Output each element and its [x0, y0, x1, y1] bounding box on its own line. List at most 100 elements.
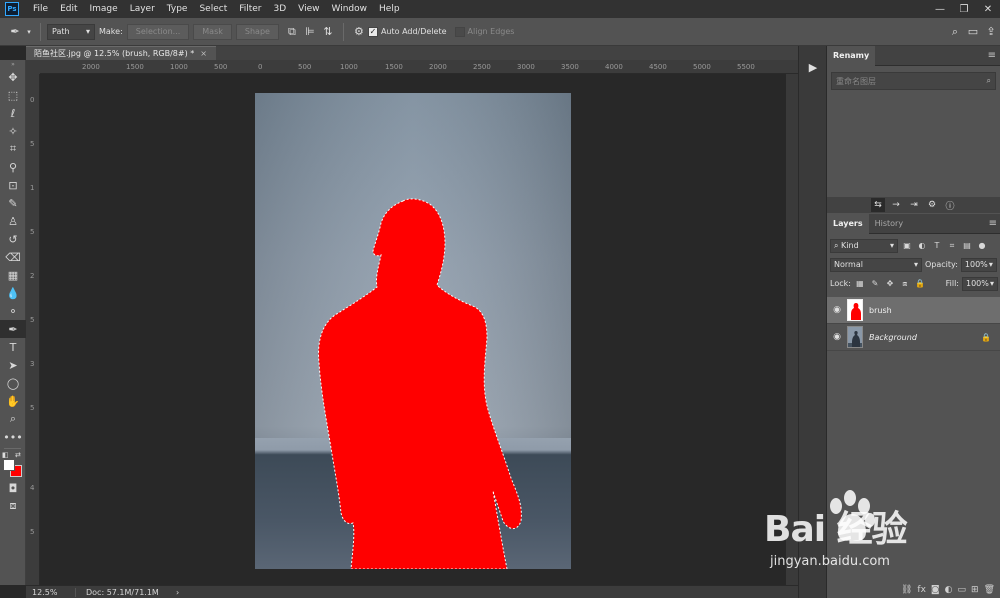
lasso-tool-icon[interactable]: ℓ [0, 104, 26, 122]
pen-mode-select[interactable]: Path ▾ [47, 23, 95, 40]
collapse-toolbar-icon[interactable]: » [0, 60, 26, 68]
layer-name[interactable]: brush [869, 306, 892, 315]
menu-3d[interactable]: 3D [268, 4, 293, 14]
workspace-icon[interactable]: ▭ [964, 23, 982, 41]
align-edges-checkbox[interactable] [454, 26, 465, 37]
canvas-area[interactable] [40, 74, 786, 585]
layer-style-icon[interactable]: fx [917, 585, 926, 595]
dodge-tool-icon[interactable]: ⚬ [0, 302, 26, 320]
make-mask-button[interactable]: Mask [193, 23, 232, 40]
tab-history[interactable]: History [869, 214, 909, 234]
path-selection-tool-icon[interactable]: ➤ [0, 356, 26, 374]
vertical-ruler[interactable]: 0 5 1 5 2 5 3 5 4 5 [26, 74, 40, 585]
filter-toggle-icon[interactable]: ● [976, 240, 988, 252]
share-icon[interactable]: ⇪ [982, 23, 1000, 41]
photoshop-logo[interactable]: Ps [5, 2, 19, 16]
pen-tool-preset-icon[interactable]: ✒ [6, 23, 24, 41]
menu-type[interactable]: Type [161, 4, 194, 14]
layer-row-background[interactable]: ◉ Background 🔒 [827, 324, 1000, 351]
gear-icon[interactable]: ⚙ [350, 23, 368, 41]
layer-filter-kind-select[interactable]: ⌕ Kind ▾ [830, 238, 898, 253]
adjustment-layer-icon[interactable]: ◐ [945, 585, 953, 595]
clone-stamp-tool-icon[interactable]: ♙ [0, 212, 26, 230]
panel-menu-icon[interactable]: ≡ [989, 218, 997, 229]
rename-layer-input[interactable]: 重命名图层 ⌕ [831, 72, 996, 90]
lock-all-icon[interactable]: 🔒 [914, 278, 926, 290]
close-icon[interactable]: ✕ [976, 0, 1000, 18]
layer-mask-icon[interactable]: ◙ [931, 585, 940, 595]
filter-pixel-icon[interactable]: ▣ [901, 240, 913, 252]
healing-brush-tool-icon[interactable]: ⊡ [0, 176, 26, 194]
auto-add-delete-checkbox[interactable]: ✓ [367, 26, 378, 37]
foreground-color-swatch[interactable] [3, 459, 15, 471]
menu-file[interactable]: File [27, 4, 54, 14]
document-tab[interactable]: 陌鱼社区.jpg @ 12.5% (brush, RGB/8#) * × [26, 46, 216, 60]
more-tools-icon[interactable]: ••• [0, 428, 26, 446]
play-icon[interactable]: ▶ [799, 56, 827, 78]
delete-layer-icon[interactable]: 🗑 [984, 585, 995, 595]
minimize-icon[interactable]: — [928, 0, 952, 18]
new-layer-icon[interactable]: ⊞ [971, 585, 979, 595]
zoom-level[interactable]: 12.5% [26, 587, 76, 597]
close-tab-icon[interactable]: × [200, 49, 207, 58]
gradient-tool-icon[interactable]: ▦ [0, 266, 26, 284]
make-selection-button[interactable]: Selection... [126, 23, 190, 40]
arrow-right-icon[interactable]: → [889, 198, 903, 212]
menu-filter[interactable]: Filter [233, 4, 267, 14]
document-canvas[interactable] [255, 93, 571, 569]
hand-tool-icon[interactable]: ✋ [0, 392, 26, 410]
menu-select[interactable]: Select [193, 4, 233, 14]
adjust-icon[interactable]: ⇆ [871, 198, 885, 212]
chevron-down-icon[interactable]: ▾ [24, 23, 34, 41]
panel-menu-icon[interactable]: ≡ [988, 50, 996, 61]
ellipse-tool-icon[interactable]: ◯ [0, 374, 26, 392]
tab-layers[interactable]: Layers [827, 213, 869, 234]
path-arrangement-icon[interactable]: ⇅ [319, 23, 337, 41]
make-shape-button[interactable]: Shape [235, 23, 279, 40]
screen-mode-icon[interactable]: ⧈ [0, 497, 26, 515]
layer-row-brush[interactable]: ◉ brush [827, 297, 1000, 324]
export-icon[interactable]: ⇥ [907, 198, 921, 212]
menu-layer[interactable]: Layer [124, 4, 161, 14]
opacity-input[interactable]: 100% ▾ [960, 257, 997, 272]
lock-icon[interactable]: 🔒 [981, 333, 991, 342]
search-icon[interactable]: ⌕ [946, 23, 964, 41]
filter-shape-icon[interactable]: ⌗ [946, 240, 958, 252]
lock-image-icon[interactable]: ✎ [869, 278, 881, 290]
brush-tool-icon[interactable]: ✎ [0, 194, 26, 212]
eye-icon[interactable]: ◉ [827, 332, 847, 342]
lock-position-icon[interactable]: ✥ [884, 278, 896, 290]
history-brush-tool-icon[interactable]: ↺ [0, 230, 26, 248]
default-colors-icon[interactable]: ◧ [2, 451, 9, 459]
tab-renamy[interactable]: Renamy [827, 45, 876, 66]
status-menu-arrow[interactable]: › [176, 588, 179, 597]
path-operations-icon[interactable]: ⧉ [283, 23, 301, 41]
horizontal-ruler[interactable]: 2000 1500 1000 500 0 500 1000 1500 2000 … [40, 60, 798, 74]
menu-image[interactable]: Image [84, 4, 124, 14]
type-tool-icon[interactable]: T [0, 338, 26, 356]
eye-icon[interactable]: ◉ [827, 305, 847, 315]
filter-type-icon[interactable]: T [931, 240, 943, 252]
link-layers-icon[interactable]: ⛓ [901, 585, 912, 595]
filter-adjustment-icon[interactable]: ◐ [916, 240, 928, 252]
swap-colors-icon[interactable]: ⇄ [15, 451, 21, 459]
menu-window[interactable]: Window [326, 4, 374, 14]
doc-size-info[interactable]: Doc: 57.1M/71.1M [76, 588, 176, 597]
layer-name[interactable]: Background [869, 333, 917, 342]
info-icon[interactable]: ⓘ [943, 198, 957, 212]
fill-input[interactable]: 100% ▾ [962, 276, 998, 291]
eyedropper-tool-icon[interactable]: ⚲ [0, 158, 26, 176]
menu-help[interactable]: Help [373, 4, 406, 14]
restore-icon[interactable]: ❐ [952, 0, 976, 18]
zoom-tool-icon[interactable]: ⌕ [0, 410, 26, 428]
path-alignment-icon[interactable]: ⊫ [301, 23, 319, 41]
filter-smart-object-icon[interactable]: ▤ [961, 240, 973, 252]
gear-icon[interactable]: ⚙ [925, 198, 939, 212]
magic-wand-tool-icon[interactable]: ✧ [0, 122, 26, 140]
menu-view[interactable]: View [292, 4, 325, 14]
eraser-tool-icon[interactable]: ⌫ [0, 248, 26, 266]
blend-mode-select[interactable]: Normal ▾ [830, 257, 922, 272]
new-group-icon[interactable]: ▭ [958, 585, 967, 595]
move-tool-icon[interactable]: ✥ [0, 68, 26, 86]
marquee-tool-icon[interactable]: ⬚ [0, 86, 26, 104]
